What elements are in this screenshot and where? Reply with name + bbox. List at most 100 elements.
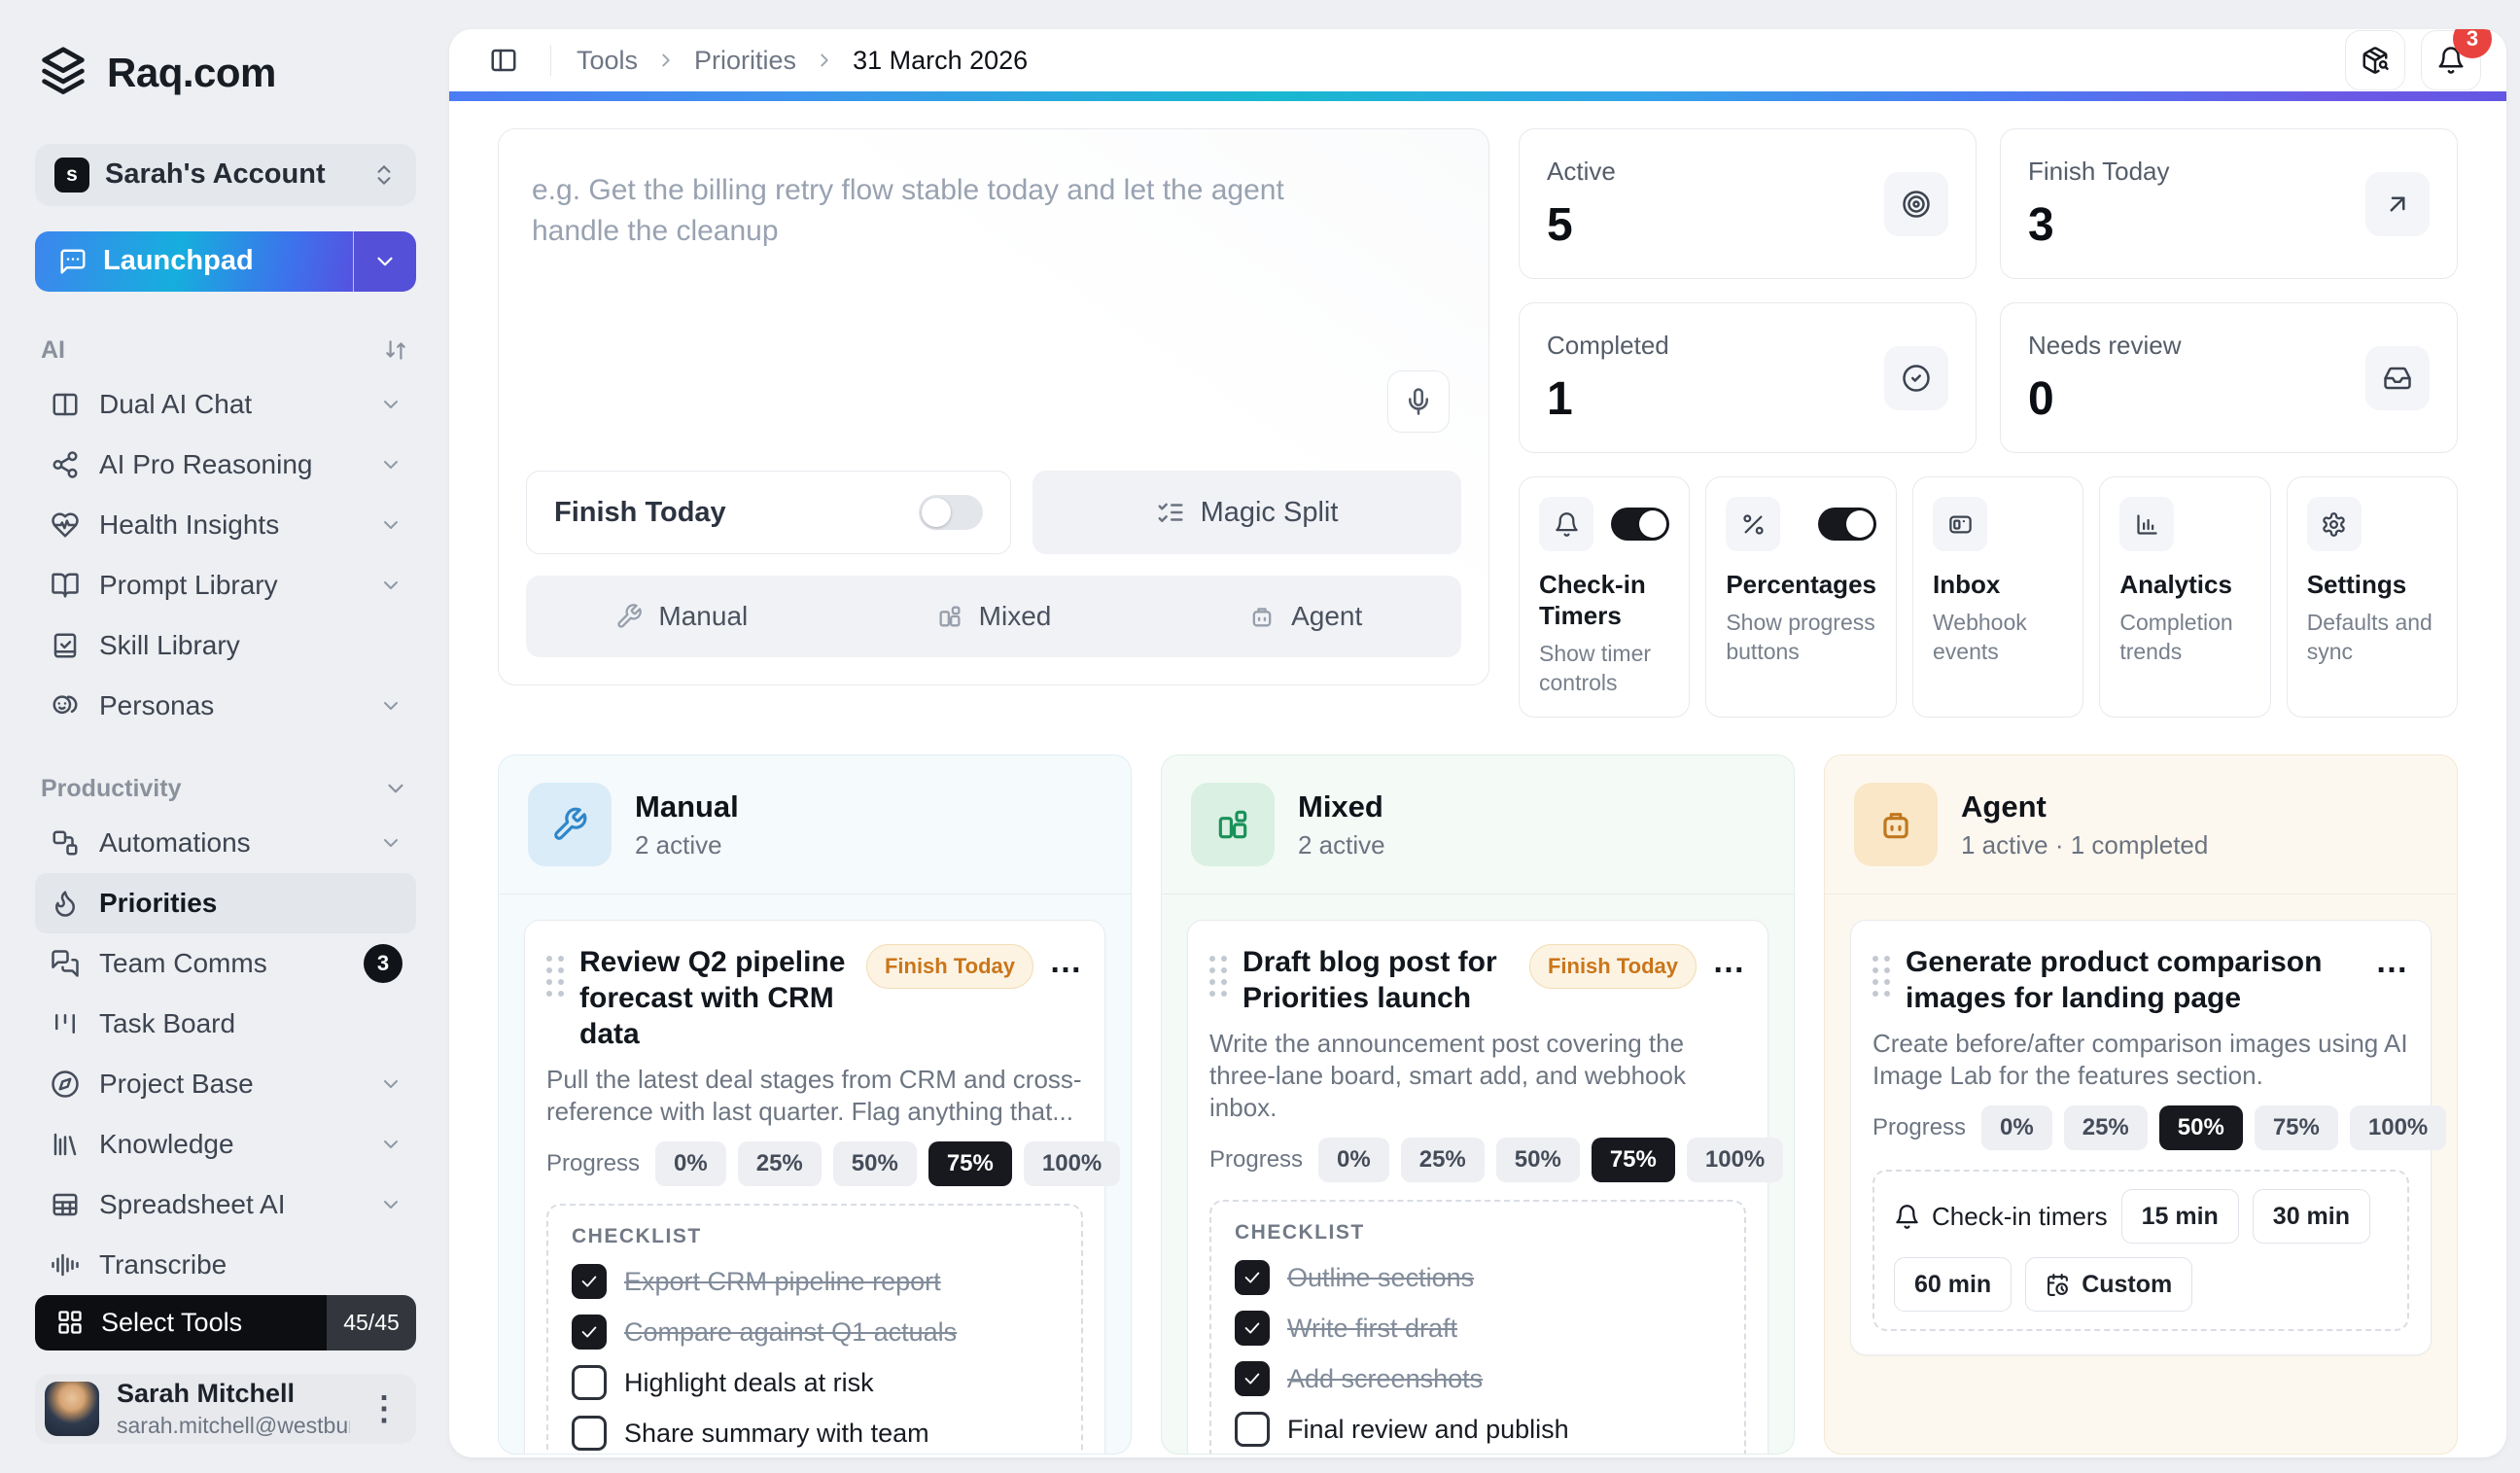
nav-label: Project Base	[99, 1069, 360, 1100]
wrench-icon	[528, 783, 612, 866]
checkbox-checked-icon[interactable]	[572, 1264, 607, 1299]
timer-custom-button[interactable]: Custom	[2025, 1257, 2192, 1312]
user-card[interactable]: Sarah Mitchell sarah.mitchell@westbur...…	[35, 1374, 416, 1444]
progress-chip-100[interactable]: 100%	[1024, 1141, 1120, 1186]
percentages-toggle[interactable]	[1818, 508, 1876, 541]
timer-60min-button[interactable]: 60 min	[1894, 1257, 2012, 1312]
checkbox-checked-icon[interactable]	[572, 1315, 607, 1350]
nav-label: Dual AI Chat	[99, 389, 360, 420]
progress-chip-25[interactable]: 25%	[2064, 1105, 2148, 1150]
progress-chip-100[interactable]: 100%	[1687, 1138, 1783, 1182]
task-input[interactable]: e.g. Get the billing retry flow stable t…	[526, 157, 1323, 265]
progress-chip-100[interactable]: 100%	[2350, 1105, 2446, 1150]
checklist-item[interactable]: Share summary with team	[572, 1416, 1058, 1451]
unread-badge: 3	[364, 944, 402, 983]
sidebar-item-health-insights[interactable]: Health Insights	[35, 495, 416, 555]
progress-row: Progress 0% 25% 50% 75% 100%	[546, 1141, 1083, 1186]
select-tools-button[interactable]: Select Tools 45/45	[35, 1295, 416, 1351]
checkbox-checked-icon[interactable]	[1235, 1311, 1270, 1346]
chevron-right-icon	[655, 50, 677, 71]
boxes-icon	[51, 828, 80, 858]
sort-arrows-icon[interactable]	[383, 337, 408, 363]
progress-chip-25[interactable]: 25%	[1401, 1138, 1485, 1182]
checklist-item[interactable]: Write first draft	[1235, 1311, 1721, 1346]
drag-handle-icon[interactable]	[1872, 944, 1890, 1016]
checkbox-checked-icon[interactable]	[1235, 1260, 1270, 1295]
progress-chip-50[interactable]: 50%	[2159, 1105, 2243, 1150]
account-switcher[interactable]: s Sarah's Account	[35, 144, 416, 206]
progress-chip-50[interactable]: 50%	[1496, 1138, 1580, 1182]
sidebar-item-spreadsheet-ai[interactable]: Spreadsheet AI	[35, 1175, 416, 1235]
sidebar-item-skill-library[interactable]: Skill Library	[35, 615, 416, 676]
checkbox-checked-icon[interactable]	[1235, 1361, 1270, 1396]
sidebar-item-knowledge[interactable]: Knowledge	[35, 1114, 416, 1175]
drag-handle-icon[interactable]	[546, 944, 564, 1052]
checklist-item[interactable]: Outline sections	[1235, 1260, 1721, 1295]
productivity-section-header[interactable]: Productivity	[35, 775, 416, 803]
checklist-item[interactable]: Export CRM pipeline report	[572, 1264, 1058, 1299]
notifications-button[interactable]: 3	[2421, 30, 2481, 90]
list-checks-icon	[1156, 498, 1185, 527]
checkbox-unchecked-icon[interactable]	[572, 1416, 607, 1451]
feature-percentages[interactable]: Percentages Show progress buttons	[1705, 476, 1897, 718]
progress-chip-25[interactable]: 25%	[738, 1141, 822, 1186]
checkbox-unchecked-icon[interactable]	[572, 1365, 607, 1400]
progress-chip-0[interactable]: 0%	[1318, 1138, 1389, 1182]
task-card[interactable]: Generate product comparison images for l…	[1850, 920, 2432, 1355]
sidebar-item-priorities[interactable]: Priorities	[35, 873, 416, 933]
sidebar-item-automations[interactable]: Automations	[35, 813, 416, 873]
finish-today-toggle[interactable]	[919, 495, 983, 530]
drag-handle-icon[interactable]	[1209, 944, 1227, 1016]
progress-chip-0[interactable]: 0%	[1981, 1105, 2052, 1150]
account-name: Sarah's Account	[105, 158, 356, 191]
ellipsis-menu-icon[interactable]: …	[1049, 944, 1083, 1052]
sidebar-item-team-comms[interactable]: Team Comms 3	[35, 933, 416, 994]
mic-icon	[1404, 387, 1433, 416]
divider	[550, 45, 551, 76]
mode-mixed[interactable]: Mixed	[838, 576, 1150, 657]
kebab-menu-icon[interactable]: ⋮	[368, 1399, 401, 1419]
sidebar-item-task-board[interactable]: Task Board	[35, 994, 416, 1054]
nav-label: Priorities	[99, 888, 402, 919]
checklist-item[interactable]: Highlight deals at risk	[572, 1365, 1058, 1400]
breadcrumb-tools[interactable]: Tools	[577, 46, 638, 76]
sidebar-item-project-base[interactable]: Project Base	[35, 1054, 416, 1114]
panel-toggle-button[interactable]	[482, 39, 525, 82]
progress-chip-75[interactable]: 75%	[928, 1141, 1012, 1186]
feature-inbox[interactable]: Inbox Webhook events	[1912, 476, 2083, 718]
progress-chip-0[interactable]: 0%	[655, 1141, 726, 1186]
breadcrumb-priorities[interactable]: Priorities	[694, 46, 796, 76]
checklist-item[interactable]: Compare against Q1 actuals	[572, 1315, 1058, 1350]
checklist-item[interactable]: Final review and publish	[1235, 1412, 1721, 1447]
bar-chart-icon	[2119, 497, 2174, 551]
check-in-timers: Check-in timers 15 min 30 min 60 min Cus…	[1872, 1170, 2409, 1331]
sidebar-item-transcribe[interactable]: Transcribe	[35, 1235, 416, 1295]
ellipsis-menu-icon[interactable]: …	[1712, 944, 1746, 1016]
task-card[interactable]: Review Q2 pipeline forecast with CRM dat…	[524, 920, 1105, 1454]
mode-manual[interactable]: Manual	[526, 576, 838, 657]
task-card[interactable]: Draft blog post for Priorities launch Fi…	[1187, 920, 1768, 1454]
check-in-timers-toggle[interactable]	[1611, 508, 1669, 541]
sidebar-item-dual-ai-chat[interactable]: Dual AI Chat	[35, 374, 416, 435]
progress-chip-50[interactable]: 50%	[833, 1141, 917, 1186]
sidebar-item-prompt-library[interactable]: Prompt Library	[35, 555, 416, 615]
magic-split-button[interactable]: Magic Split	[1032, 471, 1461, 554]
sidebar-item-personas[interactable]: Personas	[35, 676, 416, 736]
sidebar-item-ai-pro-reasoning[interactable]: AI Pro Reasoning	[35, 435, 416, 495]
ellipsis-menu-icon[interactable]: …	[2375, 944, 2409, 1016]
checklist-item[interactable]: Add screenshots	[1235, 1361, 1721, 1396]
feature-analytics[interactable]: Analytics Completion trends	[2099, 476, 2270, 718]
feature-check-in-timers[interactable]: Check-in Timers Show timer controls	[1519, 476, 1690, 718]
launchpad-button[interactable]: Launchpad	[35, 231, 354, 292]
progress-chip-75[interactable]: 75%	[1592, 1138, 1675, 1182]
feature-settings[interactable]: Settings Defaults and sync	[2287, 476, 2458, 718]
timer-15min-button[interactable]: 15 min	[2121, 1189, 2239, 1244]
package-search-button[interactable]	[2345, 30, 2405, 90]
mic-button[interactable]	[1387, 370, 1450, 433]
mode-agent[interactable]: Agent	[1149, 576, 1461, 657]
timer-30min-button[interactable]: 30 min	[2253, 1189, 2370, 1244]
launchpad-dropdown-button[interactable]	[354, 231, 416, 292]
progress-chip-75[interactable]: 75%	[2255, 1105, 2338, 1150]
tools-count: 45/45	[327, 1295, 416, 1351]
checkbox-unchecked-icon[interactable]	[1235, 1412, 1270, 1447]
